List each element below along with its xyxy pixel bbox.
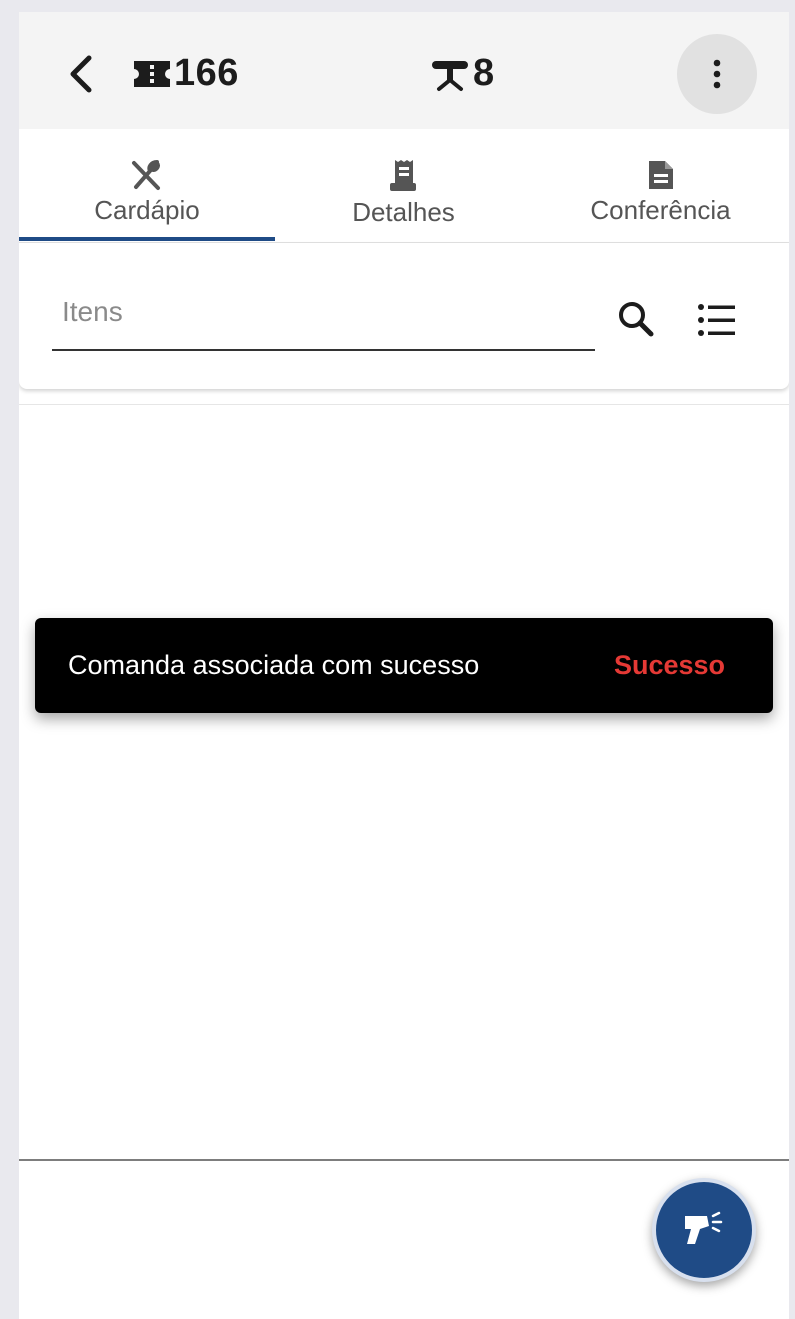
scan-barcode-button[interactable]	[652, 1178, 756, 1282]
list-view-button[interactable]	[695, 298, 739, 342]
active-tab-indicator	[19, 237, 275, 241]
document-icon	[648, 161, 673, 189]
snackbar-action-button[interactable]: Sucesso	[614, 650, 725, 681]
tab-conferencia[interactable]: Conferência	[532, 129, 789, 242]
tab-bar: Cardápio Detalhes Conferência	[19, 129, 789, 243]
content-divider	[19, 404, 789, 405]
more-vertical-icon	[713, 59, 721, 89]
list-icon	[698, 304, 735, 336]
utensils-icon	[132, 160, 161, 190]
search-icon	[619, 302, 654, 337]
table-indicator: 8	[429, 52, 495, 95]
tab-cardapio[interactable]: Cardápio	[19, 129, 275, 242]
footer-divider	[19, 1159, 789, 1161]
search-panel	[19, 243, 789, 389]
top-bar: 166 8	[19, 12, 789, 129]
snackbar: Comanda associada com sucesso Sucesso	[35, 618, 773, 713]
chevron-left-icon	[70, 55, 92, 93]
search-button[interactable]	[615, 298, 659, 342]
tab-label: Detalhes	[352, 197, 455, 227]
table-icon	[432, 60, 468, 91]
items-search-input[interactable]	[52, 275, 595, 351]
ticket-icon	[134, 60, 170, 87]
more-options-button[interactable]	[677, 34, 757, 114]
ticket-number: 166	[174, 52, 239, 94]
app-screen: 166 8 Cardápio Detalhes Conferência Iten…	[19, 12, 789, 1319]
table-number: 8	[473, 52, 495, 94]
ticket-indicator: 166	[132, 52, 239, 95]
tab-label: Cardápio	[94, 195, 200, 225]
back-button[interactable]	[63, 52, 99, 96]
tab-label: Conferência	[590, 195, 731, 225]
tab-detalhes[interactable]: Detalhes	[275, 129, 532, 242]
receipt-icon	[389, 160, 416, 191]
barcode-scanner-icon	[685, 1211, 723, 1244]
snackbar-message: Comanda associada com sucesso	[68, 650, 480, 680]
